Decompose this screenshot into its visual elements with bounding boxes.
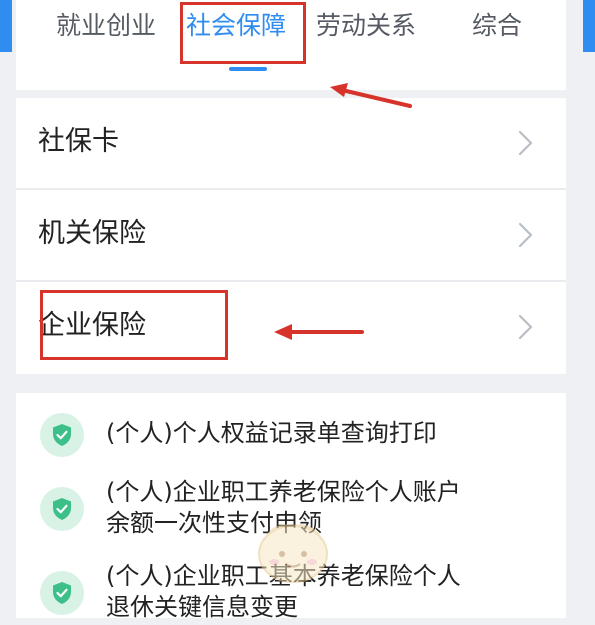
tab-employment[interactable]: 就业创业 bbox=[56, 10, 156, 42]
service-item-text: (个人)个人权益记录单查询打印 bbox=[106, 419, 437, 447]
chevron-right-icon bbox=[518, 314, 533, 340]
chevron-right-icon bbox=[518, 130, 533, 156]
blue-edge-left bbox=[0, 0, 12, 52]
highlight-box-social-security-tab bbox=[180, 2, 306, 64]
service-item-text: (个人)企业职工养老保险个人账户 bbox=[106, 478, 461, 506]
service-item-rights-record[interactable]: (个人)个人权益记录单查询打印 bbox=[16, 413, 566, 457]
blue-edge-right bbox=[583, 0, 595, 52]
active-tab-indicator bbox=[229, 67, 267, 71]
tab-labor-relations[interactable]: 劳动关系 bbox=[316, 10, 416, 42]
tab-comprehensive[interactable]: 综合 bbox=[472, 10, 522, 42]
service-item-text: 退休关键信息变更 bbox=[106, 593, 298, 621]
shield-check-icon bbox=[40, 571, 84, 615]
watermark-mascot-icon bbox=[258, 524, 328, 583]
red-arrow-icon bbox=[330, 83, 412, 108]
red-arrow-icon bbox=[274, 324, 364, 340]
menu-item-government-insurance[interactable]: 机关保险 bbox=[16, 190, 566, 282]
chevron-right-icon bbox=[518, 222, 533, 248]
highlight-box-enterprise-insurance bbox=[40, 290, 228, 360]
menu-item-label: 社保卡 bbox=[38, 126, 119, 157]
shield-check-icon bbox=[40, 487, 84, 531]
shield-check-icon bbox=[40, 413, 84, 457]
menu-item-label: 机关保险 bbox=[38, 218, 146, 249]
menu-item-social-security-card[interactable]: 社保卡 bbox=[16, 98, 566, 190]
